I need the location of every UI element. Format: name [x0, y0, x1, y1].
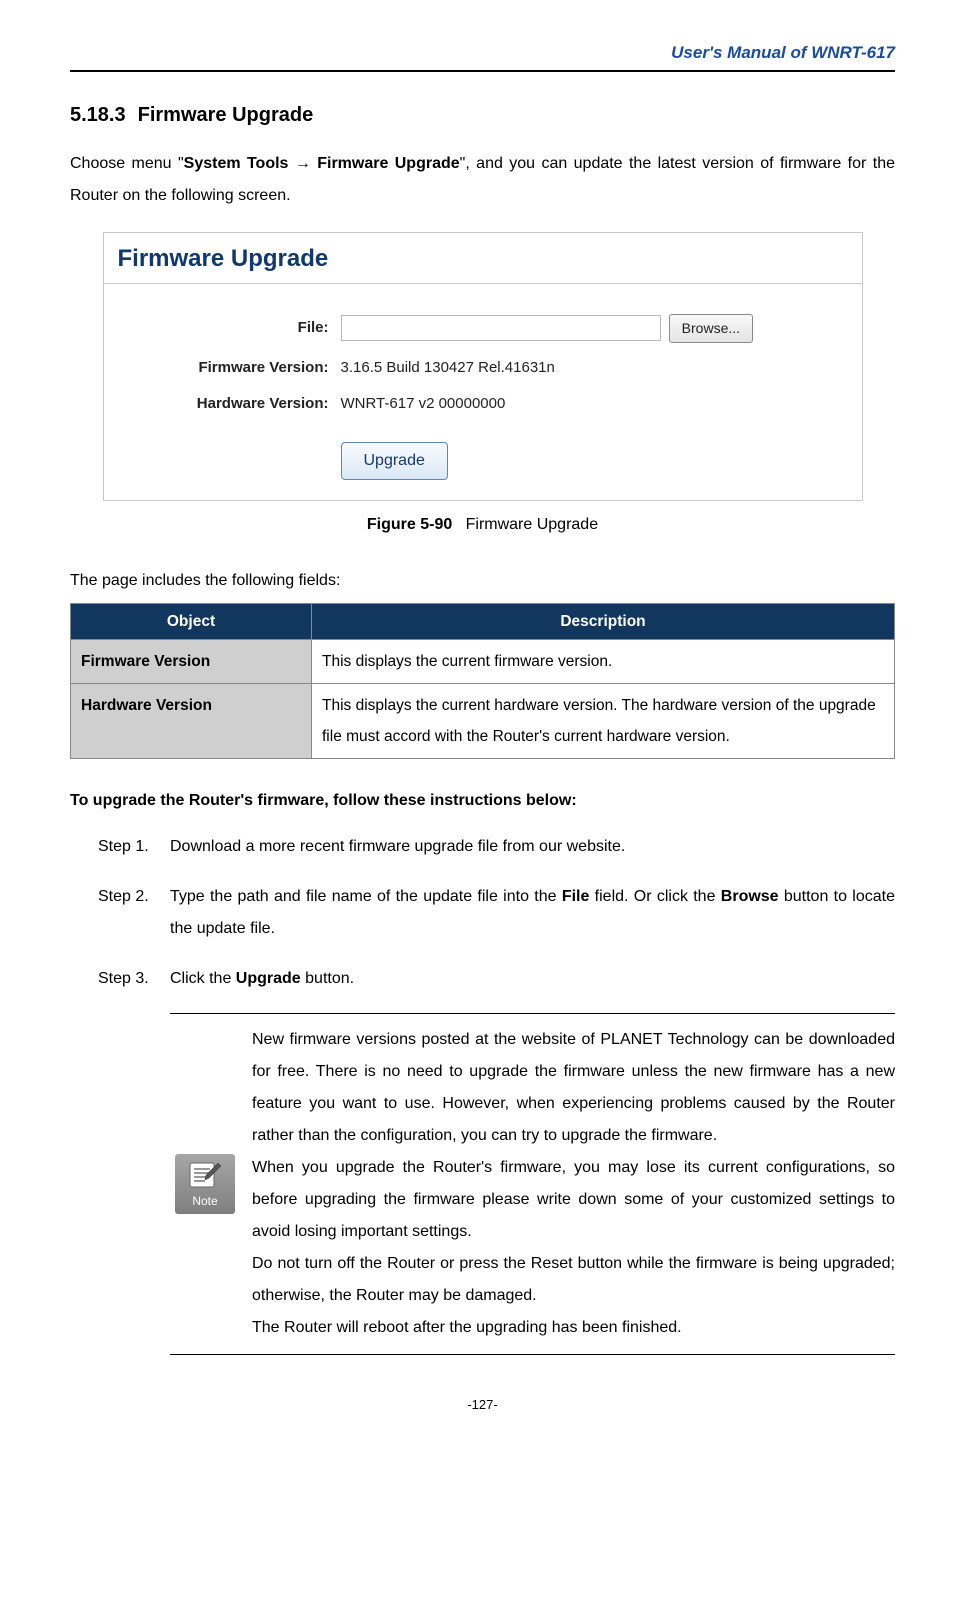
- note-icon: [187, 1160, 223, 1190]
- firmware-upgrade-screenshot: Firmware Upgrade File: Browse... Firmwar…: [103, 232, 863, 501]
- note-paragraph: Do not turn off the Router or press the …: [252, 1248, 895, 1312]
- note-paragraph: When you upgrade the Router's firmware, …: [252, 1152, 895, 1248]
- object-description-table: Object Description Firmware VersionThis …: [70, 603, 895, 759]
- note-text: New firmware versions posted at the webs…: [252, 1024, 895, 1344]
- step-text: Click the Upgrade button.: [170, 963, 895, 995]
- step-label: Step 3.: [98, 963, 170, 995]
- figure-caption: Figure 5-90 Firmware Upgrade: [70, 513, 895, 537]
- file-label: File:: [124, 317, 341, 340]
- note-paragraph: New firmware versions posted at the webs…: [252, 1024, 895, 1152]
- table-intro: The page includes the following fields:: [70, 569, 895, 593]
- steps-list: Step 1.Download a more recent firmware u…: [70, 831, 895, 995]
- screenshot-title: Firmware Upgrade: [104, 233, 862, 284]
- step-item: Step 3.Click the Upgrade button.: [98, 963, 895, 995]
- step-text: Type the path and file name of the updat…: [170, 881, 895, 945]
- table-row: Hardware VersionThis displays the curren…: [71, 683, 895, 758]
- hardware-version-value: WNRT-617 v2 00000000: [341, 393, 842, 416]
- section-number: 5.18.3: [70, 104, 126, 126]
- table-header-object: Object: [71, 603, 312, 639]
- hardware-version-label: Hardware Version:: [124, 393, 341, 416]
- instructions-title: To upgrade the Router's firmware, follow…: [70, 789, 895, 813]
- section-title: Firmware Upgrade: [138, 104, 314, 126]
- note-label: Note: [175, 1192, 235, 1210]
- table-row: Firmware VersionThis displays the curren…: [71, 639, 895, 683]
- intro-arrow: →: [295, 155, 311, 172]
- intro-paragraph: Choose menu "System Tools → Firmware Upg…: [70, 148, 895, 212]
- object-cell: Firmware Version: [71, 639, 312, 683]
- step-item: Step 2.Type the path and file name of th…: [98, 881, 895, 945]
- document-header: User's Manual of WNRT-617: [70, 40, 895, 70]
- firmware-version-label: Firmware Version:: [124, 357, 341, 380]
- page-number: -127-: [70, 1395, 895, 1415]
- intro-bold-systools: System Tools: [184, 155, 295, 172]
- step-label: Step 1.: [98, 831, 170, 863]
- description-cell: This displays the current hardware versi…: [312, 683, 895, 758]
- description-cell: This displays the current firmware versi…: [312, 639, 895, 683]
- step-text: Download a more recent firmware upgrade …: [170, 831, 895, 863]
- header-rule: [70, 70, 895, 72]
- step-item: Step 1.Download a more recent firmware u…: [98, 831, 895, 863]
- intro-bold-fwupgrade: Firmware Upgrade: [311, 155, 460, 172]
- note-box: Note New firmware versions posted at the…: [170, 1013, 895, 1355]
- section-heading: 5.18.3 Firmware Upgrade: [70, 100, 895, 130]
- upgrade-button[interactable]: Upgrade: [341, 442, 448, 480]
- note-icon-container: Note: [170, 1024, 240, 1344]
- browse-button[interactable]: Browse...: [669, 314, 753, 343]
- figure-label: Figure 5-90: [367, 516, 452, 533]
- firmware-version-value: 3.16.5 Build 130427 Rel.41631n: [341, 357, 842, 380]
- file-input[interactable]: [341, 315, 661, 341]
- object-cell: Hardware Version: [71, 683, 312, 758]
- figure-text: Firmware Upgrade: [466, 516, 598, 533]
- intro-prefix: Choose menu ": [70, 155, 184, 172]
- step-label: Step 2.: [98, 881, 170, 945]
- table-header-description: Description: [312, 603, 895, 639]
- note-paragraph: The Router will reboot after the upgradi…: [252, 1312, 895, 1344]
